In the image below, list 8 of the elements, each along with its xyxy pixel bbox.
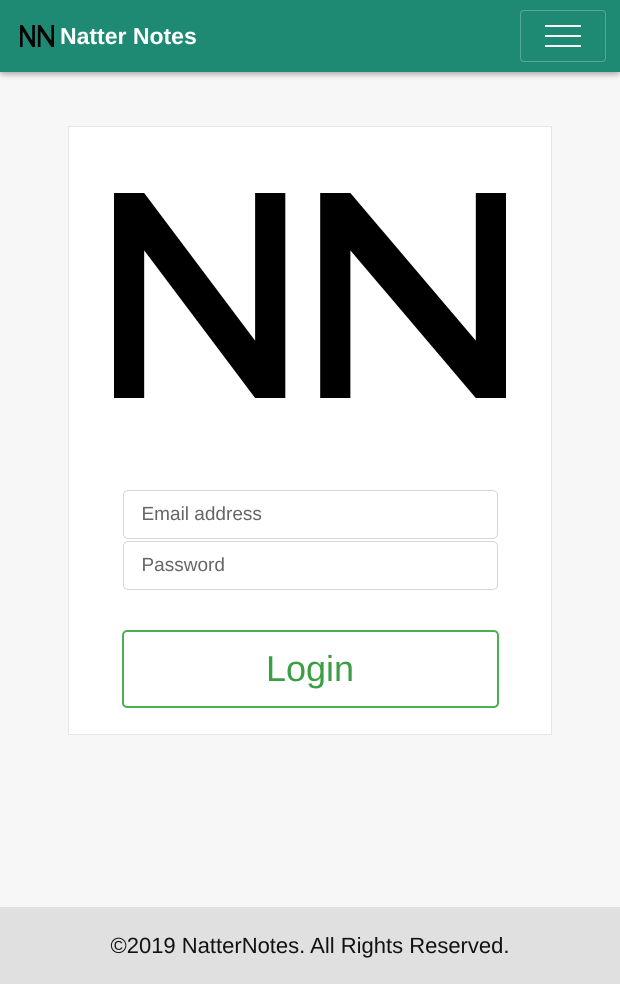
menu-icon <box>545 24 581 48</box>
password-field[interactable]: Password <box>122 541 498 590</box>
copyright-text: ©2019 NatterNotes. All Rights Reserved. <box>110 932 510 960</box>
login-button[interactable]: Login <box>122 630 498 708</box>
logo-icon <box>20 25 54 47</box>
brand-name[interactable]: Natter Notes <box>60 22 197 50</box>
menu-button[interactable] <box>520 10 606 62</box>
email-field[interactable]: Email address <box>122 490 498 539</box>
